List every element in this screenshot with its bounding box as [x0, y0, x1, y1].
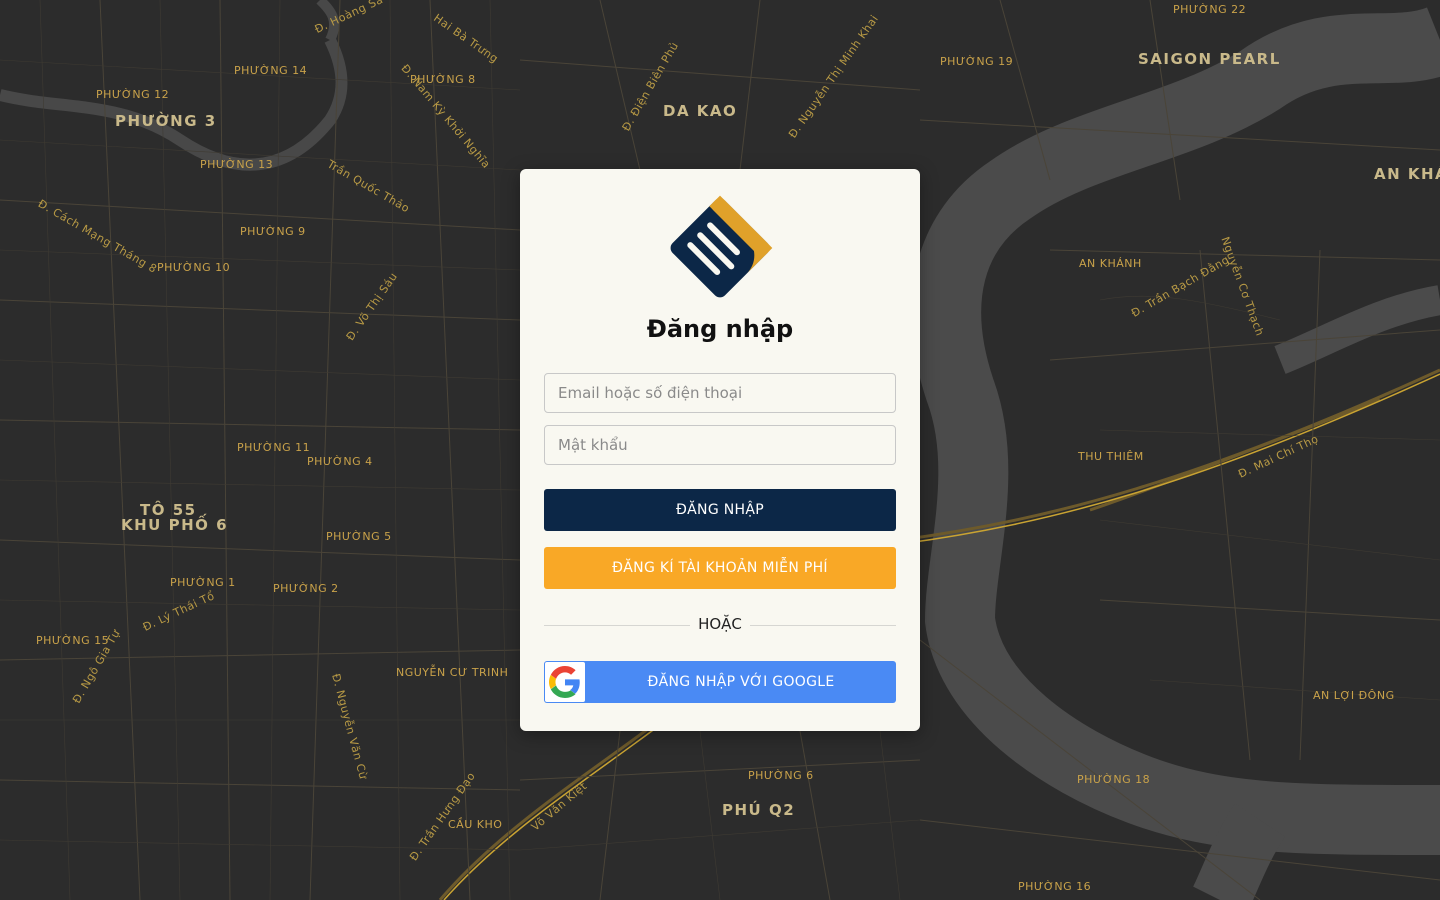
google-login-button[interactable]: ĐĂNG NHẬP VỚI GOOGLE — [544, 661, 896, 703]
map-ward-label: PHƯỜNG 19 — [940, 55, 1014, 68]
map-district-label: CẦU KHO — [448, 818, 503, 831]
app-logo-icon — [670, 195, 773, 298]
map-ward-label: PHƯỜNG 2 — [273, 582, 339, 595]
divider-line — [750, 625, 896, 626]
google-icon — [545, 662, 585, 702]
map-ward-label: PHƯỜNG 14 — [234, 64, 308, 77]
map-ward-label: PHƯỜNG 1 — [170, 576, 236, 589]
map-ward-label: PHƯỜNG 11 — [237, 441, 311, 454]
map-ward-label: PHƯỜNG 4 — [307, 455, 373, 468]
map-district-label: AN KHÁ — [1374, 165, 1440, 183]
map-ward-label: PHƯỜNG 13 — [200, 158, 274, 171]
or-divider: HOẶC — [544, 615, 896, 635]
login-card: Đăng nhập ĐĂNG NHẬP ĐĂNG KÍ TÀI KHOẢN MI… — [520, 169, 920, 731]
map-ward-label: PHƯỜNG 22 — [1173, 3, 1247, 16]
login-button[interactable]: ĐĂNG NHẬP — [544, 489, 896, 531]
page-title: Đăng nhập — [646, 315, 794, 343]
map-ward-label: PHƯỜNG 15 — [36, 634, 110, 647]
map-district-label: NGUYỄN CƯ TRINH — [396, 666, 509, 679]
google-login-label: ĐĂNG NHẬP VỚI GOOGLE — [647, 674, 835, 690]
signup-button[interactable]: ĐĂNG KÍ TÀI KHOẢN MIỄN PHÍ — [544, 547, 896, 589]
map-district-label: SAIGON PEARL — [1138, 50, 1281, 68]
map-district-label: PHÚ Q2 — [722, 801, 796, 819]
map-district-label: KHU PHỐ 6 — [121, 516, 229, 534]
map-ward-label: PHƯỜNG 9 — [240, 225, 306, 238]
map-district-label: AN KHÁNH — [1079, 257, 1142, 270]
email-field[interactable] — [544, 373, 896, 413]
map-district-label: PHƯỜNG 3 — [115, 112, 217, 130]
map-ward-label: PHƯỜNG 6 — [748, 769, 814, 782]
map-ward-label: PHƯỜNG 10 — [157, 261, 231, 274]
map-ward-label: PHƯỜNG 12 — [96, 88, 170, 101]
map-district-label: AN LỢI ĐÔNG — [1313, 689, 1395, 702]
map-ward-label: PHƯỜNG 18 — [1077, 773, 1151, 786]
password-field[interactable] — [544, 425, 896, 465]
map-ward-label: PHƯỜNG 16 — [1018, 880, 1092, 893]
divider-text: HOẶC — [698, 615, 742, 633]
map-ward-label: PHƯỜNG 5 — [326, 530, 392, 543]
map-district-label: DA KAO — [663, 102, 738, 120]
map-district-label: THU THIÊM — [1078, 450, 1144, 463]
